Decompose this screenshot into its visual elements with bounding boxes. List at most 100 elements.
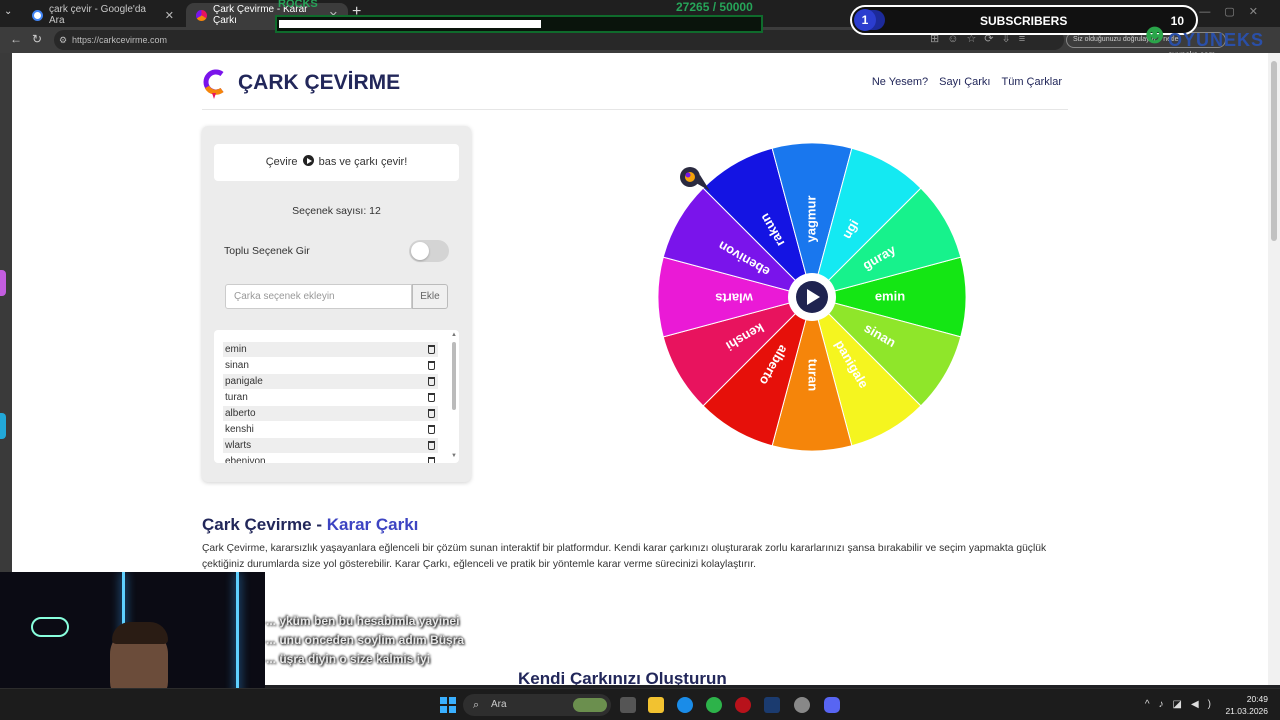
goal-current: 27265	[676, 0, 710, 14]
delete-option-icon[interactable]	[428, 393, 435, 402]
goal-total: 50000	[719, 0, 753, 14]
goal-progress-bar	[275, 15, 763, 33]
steam-icon[interactable]	[764, 697, 780, 713]
site-info-icon[interactable]: ⚙	[59, 30, 67, 50]
spin-hint: Çevire bas ve çarkı çevir!	[214, 144, 459, 181]
obs-icon[interactable]	[735, 697, 751, 713]
goal-counter: 27265 / 50000	[676, 0, 753, 14]
bulk-entry-toggle[interactable]	[409, 240, 449, 262]
create-wheel-heading: Kendi Çarkınızı Oluşturun	[518, 669, 727, 685]
edge-nub	[0, 270, 6, 296]
clock-date: 21.03.2026	[1225, 706, 1268, 716]
taskbar-search[interactable]: ⌕ Ara	[463, 694, 611, 716]
wheel-label: wlarts	[715, 291, 754, 306]
option-label: alberto	[225, 408, 256, 419]
options-panel: Çevire bas ve çarkı çevir! Seçenek sayıs…	[202, 126, 471, 482]
tab-search-icon[interactable]: ⌄	[4, 6, 12, 17]
option-item: wlarts	[223, 438, 438, 453]
option-item: turan	[223, 390, 438, 405]
discord-icon[interactable]	[824, 697, 840, 713]
caption-line: ... üşra diyin o size kalmis iyi	[266, 652, 431, 666]
gamepad-icon	[31, 617, 69, 637]
option-label: ebenivon	[225, 456, 266, 463]
delete-option-icon[interactable]	[428, 377, 435, 386]
app-icon[interactable]	[706, 697, 722, 713]
google-icon	[32, 9, 43, 21]
option-input[interactable]: Çarka seçenek ekleyin	[225, 284, 412, 309]
taskbar: ⌕ Ara ^♪◪◀) 20:49 21.03.2026	[0, 688, 1280, 720]
edge-nub	[0, 413, 6, 439]
clock-time: 20:49	[1246, 694, 1268, 704]
brand-name: OYUNEKS	[1168, 30, 1265, 50]
caption-line: ... unu onceden soylim adım Büşra	[266, 633, 465, 647]
section-heading: Çark Çevirme - Karar Çarkı	[202, 515, 418, 535]
goal-separator: /	[712, 0, 717, 14]
option-label: wlarts	[225, 440, 252, 451]
option-label: turan	[225, 392, 248, 403]
window-controls[interactable]: —▢✕	[1199, 5, 1272, 18]
add-option-button[interactable]: Ekle	[412, 284, 448, 309]
nav-ne-yesem[interactable]: Ne Yesem?	[872, 76, 928, 88]
option-item: kenshi	[223, 422, 438, 437]
delete-option-icon[interactable]	[428, 425, 435, 434]
heading-main: Çark Çevirme -	[202, 515, 327, 534]
tab-title: çark çevir - Google'da Ara	[49, 4, 146, 26]
file-explorer-icon[interactable]	[648, 697, 664, 713]
mascot-icon: ☻	[1140, 18, 1170, 49]
site-favicon-icon	[196, 9, 207, 21]
main-nav: Ne Yesem? Sayı Çarkı Tüm Çarklar	[872, 76, 1062, 88]
site-title[interactable]: ÇARK ÇEVİRME	[238, 71, 400, 95]
heading-accent: Karar Çarkı	[326, 515, 419, 534]
settings-icon[interactable]	[794, 697, 810, 713]
scroll-up-icon[interactable]: ▲	[451, 332, 457, 338]
close-tab-icon[interactable]: ✕	[165, 9, 174, 22]
live-captions: ... yküm ben bu hesabimla yayinei ... unu…	[266, 612, 506, 669]
delete-option-icon[interactable]	[428, 409, 435, 418]
edge-icon[interactable]	[677, 697, 693, 713]
nav-buttons[interactable]: ←↻	[10, 32, 52, 46]
option-item: alberto	[223, 406, 438, 421]
cam-person-hair	[112, 622, 168, 644]
scroll-down-icon[interactable]: ▼	[451, 453, 457, 459]
wheel-label: emin	[875, 288, 905, 303]
section-body: Çark Çevirme, kararsızlık yaşayanlara eğ…	[202, 543, 1047, 570]
option-label: panigale	[225, 376, 263, 387]
url-text: https://carkcevirme.com	[72, 35, 168, 45]
scrollbar-thumb[interactable]	[1271, 61, 1277, 241]
bulk-entry-label: Toplu Seçenek Gir	[224, 245, 310, 257]
clock[interactable]: 20:49 21.03.2026	[1225, 693, 1268, 717]
goal-label: ROCKS	[278, 0, 318, 10]
goal-progress-fill	[279, 20, 541, 28]
option-item: panigale	[223, 374, 438, 389]
option-count: Seçenek sayısı: 12	[292, 205, 381, 217]
nav-tum-carklar[interactable]: Tüm Çarklar	[1001, 76, 1062, 88]
page-scrollbar[interactable]	[1268, 53, 1280, 685]
delete-option-icon[interactable]	[428, 441, 435, 450]
delete-option-icon[interactable]	[428, 361, 435, 370]
list-scrollbar[interactable]	[452, 342, 456, 410]
hint-text-after: bas ve çarkı çevir!	[318, 156, 408, 168]
nav-sayi-carki[interactable]: Sayı Çarkı	[939, 76, 990, 88]
option-label: emin	[225, 344, 247, 355]
subscriber-label: SUBSCRIBERS	[980, 14, 1068, 28]
tab-google-search[interactable]: çark çevir - Google'da Ara ✕	[22, 3, 184, 27]
hint-text-before: Çevire	[265, 156, 298, 168]
start-icon[interactable]	[440, 697, 456, 713]
option-list[interactable]: ▲ ▼ emin sinan panigale turan alberto kenshi w…	[214, 330, 459, 463]
search-icon: ⌕	[473, 699, 480, 711]
subscriber-count: 1	[854, 9, 876, 31]
task-view-icon[interactable]	[620, 697, 636, 713]
search-label: Ara	[491, 699, 507, 710]
play-icon	[302, 155, 314, 166]
delete-option-icon[interactable]	[428, 345, 435, 354]
delete-option-icon[interactable]	[428, 457, 435, 463]
option-item: emin	[223, 342, 438, 357]
option-label: sinan	[225, 360, 249, 371]
site-logo-icon[interactable]	[202, 69, 226, 99]
wheel-label: yagmur	[803, 196, 818, 243]
search-highlight-icon	[573, 698, 607, 712]
option-item: sinan	[223, 358, 438, 373]
option-item: ebenivon	[223, 454, 438, 463]
system-tray[interactable]: ^♪◪◀)	[1145, 699, 1220, 710]
decision-wheel[interactable]: eminsinanpanigaleturanalbertokenshiwlart…	[652, 137, 972, 457]
